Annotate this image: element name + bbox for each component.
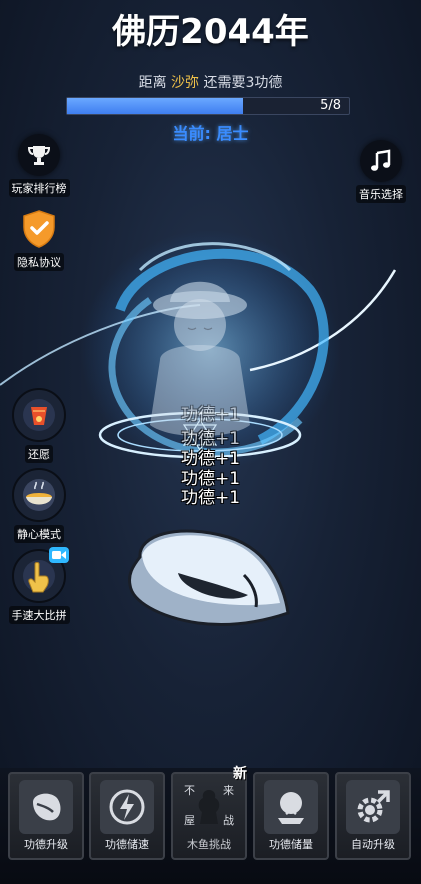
trophy-icon [18, 134, 60, 176]
gear-arrow-icon [346, 780, 400, 834]
speed-contest-button[interactable]: 手速大比拼 [4, 547, 74, 624]
video-badge-icon [49, 547, 69, 563]
leaderboard-button[interactable]: 玩家排行榜 [4, 134, 74, 197]
auto-upgrade-tab[interactable]: 自动升级 [335, 772, 411, 860]
distance-prefix: 距离 [138, 75, 167, 91]
lightning-clock-icon [100, 780, 154, 834]
rank-progress-text: 5/8 [320, 98, 341, 113]
merit-upgrade-label: 功德升级 [24, 838, 68, 851]
challenge-char: 来 [223, 784, 234, 797]
fish-challenge-icon: 不 来 屋 战 [182, 780, 236, 834]
wooden-fish[interactable] [118, 515, 298, 645]
merit-storage-speed-tab[interactable]: 功德储速 [89, 772, 165, 860]
challenge-char: 不 [184, 784, 195, 797]
merit-popup: 功德+1 [180, 405, 241, 425]
music-select-button[interactable]: 音乐选择 [346, 140, 416, 203]
wooden-fish-upgrade-icon [19, 780, 73, 834]
next-rank-info: 距离 沙弥 还需要3功德 [0, 72, 421, 92]
next-rank-name: 沙弥 [171, 75, 200, 91]
music-select-label: 音乐选择 [356, 185, 406, 203]
merit-storage-amount-tab[interactable]: 功德储量 [253, 772, 329, 860]
fish-challenge-tab[interactable]: 不 来 屋 战 木鱼挑战 [171, 772, 247, 860]
new-badge: 新 [233, 766, 247, 782]
rank-progress-bar: 5/8 [66, 97, 350, 115]
music-note-icon [360, 140, 402, 182]
leaderboard-label: 玩家排行榜 [8, 179, 70, 197]
era-year-title: 佛历2044年 [112, 12, 309, 52]
rank-progress-fill [67, 98, 244, 114]
challenge-char: 战 [223, 814, 234, 827]
orb-storage-icon [264, 780, 318, 834]
merit-storage-amount-label: 功德储量 [269, 838, 313, 851]
distance-requirement: 还需要3功德 [203, 75, 283, 91]
merit-storage-speed-label: 功德储速 [105, 838, 149, 851]
speed-contest-label: 手速大比拼 [8, 606, 70, 624]
merit-popup: 功德+1 [180, 488, 241, 508]
merit-upgrade-tab[interactable]: 功德升级 [8, 772, 84, 860]
game-screen: 佛历2044年 距离 沙弥 还需要3功德 5/8 当前: 居士 玩家排行榜 隐私… [0, 0, 421, 884]
auto-upgrade-label: 自动升级 [351, 838, 395, 851]
fish-challenge-label: 木鱼挑战 [187, 838, 231, 851]
challenge-char: 屋 [184, 814, 195, 827]
